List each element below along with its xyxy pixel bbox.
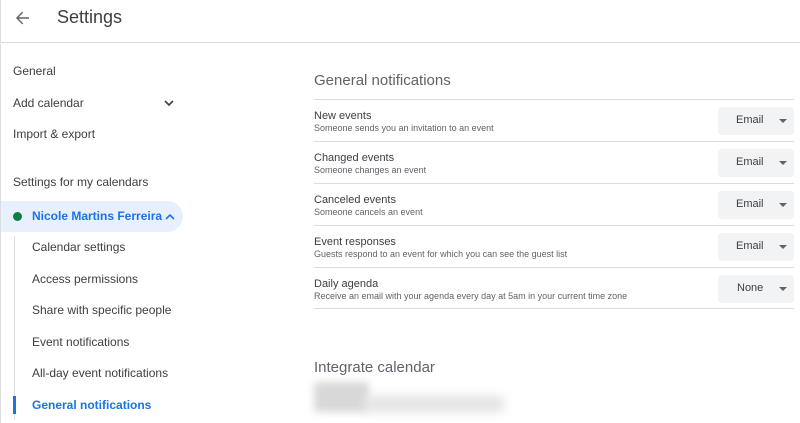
setting-desc: Someone cancels an event	[314, 207, 423, 217]
notification-select[interactable]: Email	[718, 233, 794, 261]
select-value: None	[737, 282, 764, 294]
dropdown-arrow-icon	[779, 287, 787, 291]
header: Settings	[0, 0, 800, 43]
sidebar-item-add-calendar[interactable]: Add calendar	[13, 93, 84, 113]
setting-desc: Guests respond to an event for which you…	[314, 249, 568, 259]
section-title: General notifications	[314, 72, 451, 89]
chevron-up-icon[interactable]	[164, 211, 176, 223]
sidebar-item-general-notifications[interactable]: General notifications	[32, 395, 151, 415]
setting-row: Changed events Someone changes an event …	[314, 141, 794, 183]
setting-desc: Someone sends you an invitation to an ev…	[314, 123, 494, 133]
dropdown-arrow-icon	[779, 245, 787, 249]
sidebar-item-event-notifications[interactable]: Event notifications	[32, 332, 129, 352]
setting-desc: Receive an email with your agenda every …	[314, 291, 628, 301]
setting-row: New events Someone sends you an invitati…	[314, 99, 794, 141]
setting-row: Canceled events Someone cancels an event…	[314, 183, 794, 225]
setting-title: Canceled events	[314, 194, 396, 206]
arrow-back-icon	[16, 11, 29, 25]
setting-desc: Someone changes an event	[314, 165, 427, 175]
select-value: Email	[736, 156, 764, 168]
sidebar: General Add calendar Import & export Set…	[0, 44, 190, 423]
blurred-content	[364, 396, 504, 412]
notification-select[interactable]: Email	[718, 149, 794, 177]
blurred-content	[314, 382, 369, 412]
sidebar-item-access-permissions[interactable]: Access permissions	[32, 269, 138, 289]
dropdown-arrow-icon	[779, 203, 787, 207]
sidebar-item-general[interactable]: General	[13, 61, 56, 81]
notification-select[interactable]: Email	[718, 191, 794, 219]
chevron-down-icon[interactable]	[163, 97, 175, 109]
select-value: Email	[736, 114, 764, 126]
integrate-calendar-title: Integrate calendar	[314, 359, 435, 376]
setting-title: Changed events	[314, 152, 395, 164]
back-button[interactable]	[11, 6, 35, 30]
notification-select[interactable]: None	[718, 275, 794, 303]
sidebar-item-import-export[interactable]: Import & export	[13, 124, 95, 144]
notification-select[interactable]: Email	[718, 107, 794, 135]
calendar-color-dot	[13, 212, 22, 221]
dropdown-arrow-icon	[779, 161, 787, 165]
setting-title: Event responses	[314, 236, 396, 248]
select-value: Email	[736, 198, 764, 210]
setting-row: Daily agenda Receive an email with your …	[314, 267, 794, 309]
sidebar-item-calendar-settings[interactable]: Calendar settings	[32, 237, 125, 257]
page-title: Settings	[57, 7, 123, 27]
sidebar-item-calendar[interactable]: Nicole Martins Ferreira	[1, 201, 183, 232]
sub-nav-line	[14, 236, 15, 420]
active-indicator	[13, 396, 16, 414]
section-label-my-calendars: Settings for my calendars	[13, 175, 149, 189]
calendar-name: Nicole Martins Ferreira	[32, 209, 163, 223]
setting-row: Event responses Guests respond to an eve…	[314, 225, 794, 267]
sidebar-item-all-day-notifications[interactable]: All-day event notifications	[32, 363, 168, 383]
sidebar-item-share[interactable]: Share with specific people	[32, 300, 171, 320]
setting-title: New events	[314, 110, 372, 122]
select-value: Email	[736, 240, 764, 252]
dropdown-arrow-icon	[779, 119, 787, 123]
setting-title: Daily agenda	[314, 278, 379, 290]
